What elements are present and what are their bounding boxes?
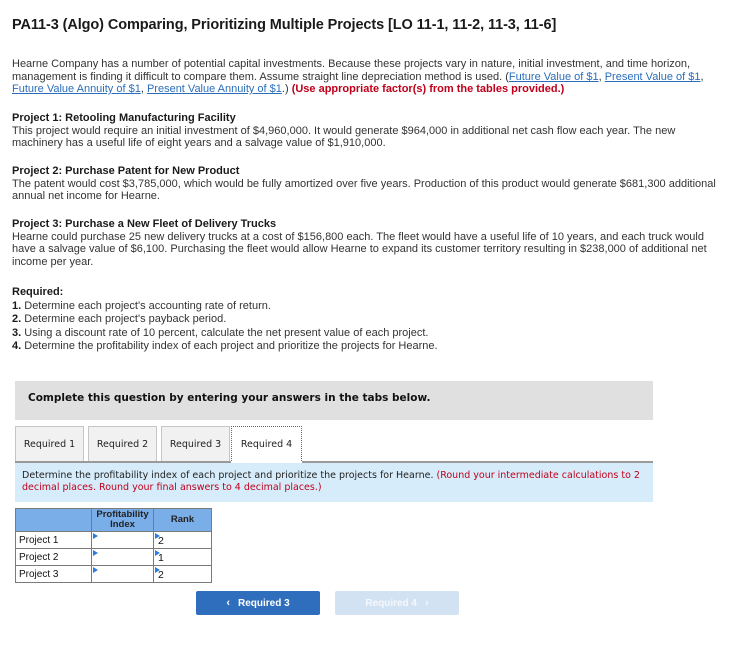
tab-required-2[interactable]: Required 2 (88, 426, 157, 461)
chevron-right-icon: › (425, 597, 429, 609)
item-number: 2. (12, 313, 22, 325)
header-row: Profitability Index Rank (15, 508, 212, 532)
project-2: Project 2: Purchase Patent for New Produ… (12, 165, 727, 203)
table-row: Project 1 2 (15, 531, 212, 549)
header-profitability-index: Profitability Index (91, 508, 154, 532)
intro-paragraph: Hearne Company has a number of potential… (12, 58, 722, 96)
item-number: 4. (12, 340, 22, 352)
tab-required-1[interactable]: Required 1 (15, 426, 84, 461)
profitability-index-input[interactable] (91, 531, 154, 549)
input-flag-icon (93, 533, 98, 539)
prev-required-3-button[interactable]: ‹ Required 3 (196, 591, 320, 615)
prev-button-label: Required 3 (237, 597, 290, 609)
profitability-index-input[interactable] (91, 548, 154, 566)
close-paren: .) (281, 83, 292, 95)
question-text: Determine the profitability index of eac… (22, 470, 437, 481)
input-flag-icon (93, 567, 98, 573)
tab-required-3[interactable]: Required 3 (161, 426, 230, 461)
page-title: PA11-3 (Algo) Comparing, Prioritizing Mu… (12, 17, 557, 33)
link-future-value[interactable]: Future Value of $1 (509, 71, 599, 83)
next-required-4-button: Required 4 › (335, 591, 459, 615)
required-heading: Required: (12, 286, 64, 298)
instruction-banner: Complete this question by entering your … (15, 381, 653, 420)
project-body: Hearne could purchase 25 new delivery tr… (12, 230, 707, 268)
project-heading: Project 2: Purchase Patent for New Produ… (12, 165, 240, 177)
required-list: Required: 1. Determine each project's ac… (12, 286, 438, 354)
instruction-text: Complete this question by entering your … (28, 392, 431, 404)
rank-value: 2 (158, 535, 164, 547)
question-box: Determine the profitability index of eac… (15, 463, 653, 502)
required-item: 2. Determine each project's payback peri… (12, 313, 438, 327)
item-number: 1. (12, 299, 22, 312)
table-row: Project 2 1 (15, 548, 212, 566)
project-heading: Project 1: Retooling Manufacturing Facil… (12, 112, 236, 124)
rank-dropdown[interactable]: 2 (153, 531, 212, 549)
item-text: Determine the profitability index of eac… (21, 340, 438, 352)
header-blank (15, 508, 92, 532)
item-number: 3. (12, 326, 22, 339)
project-3: Project 3: Purchase a New Fleet of Deliv… (12, 218, 727, 268)
rank-value: 2 (158, 569, 164, 581)
emphasis-note: (Use appropriate factor(s) from the tabl… (291, 83, 565, 95)
next-button-label: Required 4 (365, 597, 417, 609)
link-present-value-annuity[interactable]: Present Value Annuity of $1 (147, 83, 282, 95)
chevron-left-icon: ‹ (226, 597, 230, 609)
tab-required-4[interactable]: Required 4 (231, 426, 302, 463)
required-item: 3. Using a discount rate of 10 percent, … (12, 327, 438, 341)
input-flag-icon (93, 550, 98, 556)
table-row: Project 3 2 (15, 565, 212, 583)
project-body: This project would require an initial in… (12, 124, 676, 150)
item-text: Determine each project's payback period. (21, 313, 227, 325)
row-label: Project 3 (15, 565, 92, 583)
required-item: 4. Determine the profitability index of … (12, 340, 438, 354)
project-body: The patent would cost $3,785,000, which … (12, 177, 716, 203)
separator: , (700, 70, 704, 83)
rank-dropdown[interactable]: 1 (153, 548, 212, 566)
item-text: Using a discount rate of 10 percent, cal… (21, 326, 429, 339)
rank-value: 1 (158, 552, 164, 564)
row-label: Project 2 (15, 548, 92, 566)
item-text: Determine each project's accounting rate… (21, 299, 271, 312)
project-heading: Project 3: Purchase a New Fleet of Deliv… (12, 218, 277, 230)
answer-table: Profitability Index Rank Project 1 2 Pro… (15, 508, 212, 583)
profitability-index-input[interactable] (91, 565, 154, 583)
header-rank: Rank (153, 508, 212, 532)
row-label: Project 1 (15, 531, 92, 549)
link-present-value[interactable]: Present Value of $1 (605, 71, 701, 83)
rank-dropdown[interactable]: 2 (153, 565, 212, 583)
link-future-value-annuity[interactable]: Future Value Annuity of $1 (12, 83, 141, 95)
project-1: Project 1: Retooling Manufacturing Facil… (12, 112, 727, 150)
required-item: 1. Determine each project's accounting r… (12, 300, 438, 314)
